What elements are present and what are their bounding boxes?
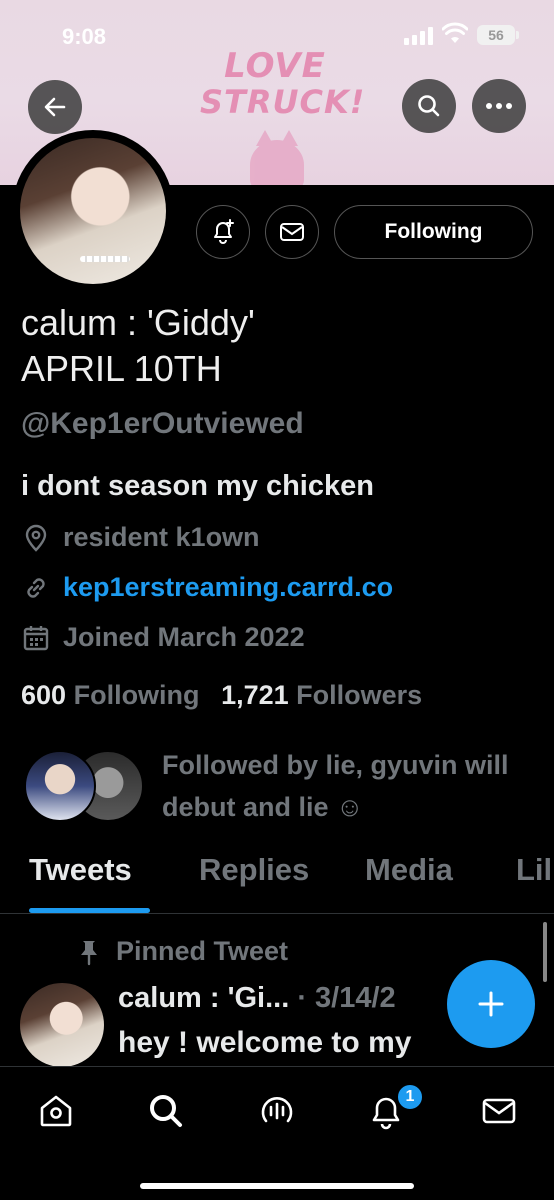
search-icon (150, 1095, 182, 1127)
nav-messages[interactable] (477, 1089, 521, 1133)
tweet-author-avatar[interactable] (20, 983, 104, 1067)
pearl-necklace (80, 256, 130, 262)
status-time: 9:08 (62, 24, 107, 49)
website-row[interactable]: kep1erstreaming.carrd.co (21, 572, 393, 603)
bottom-navigation: 1 (0, 1066, 554, 1200)
search-button[interactable] (402, 79, 456, 133)
location-pin-icon (25, 524, 47, 552)
back-button[interactable] (28, 80, 82, 134)
tweet-header: calum : 'Gi... · 3/14/2 (118, 982, 396, 1015)
battery-icon: 56 (477, 25, 519, 45)
pinned-tweet-label: Pinned Tweet (76, 936, 288, 967)
envelope-icon (280, 223, 304, 241)
tweet-date: · 3/14/2 (289, 982, 396, 1014)
home-icon (40, 1095, 72, 1127)
joined-row: Joined March 2022 (21, 622, 305, 653)
joined-date: Joined March 2022 (63, 622, 305, 652)
search-icon (418, 95, 440, 117)
more-horizontal-icon (486, 103, 512, 109)
avatar-image (20, 138, 166, 284)
bell-plus-icon (214, 219, 234, 244)
calendar-icon (23, 625, 49, 650)
scrollbar[interactable] (543, 922, 547, 982)
notification-badge: 1 (396, 1083, 424, 1111)
microphone-spaces-icon (261, 1097, 293, 1123)
tab-tweets[interactable]: Tweets (29, 852, 132, 888)
home-indicator (140, 1183, 414, 1189)
notifications-subscribe-button[interactable] (196, 205, 250, 259)
cellular-signal-icon (404, 27, 433, 45)
tweet-author-name[interactable]: calum : 'Gi... (118, 982, 289, 1014)
profile-avatar[interactable] (12, 130, 174, 292)
tab-likes[interactable]: Lil (516, 852, 552, 888)
nav-spaces[interactable] (255, 1089, 299, 1133)
bio-text: i dont season my chicken (21, 470, 374, 502)
plus-icon (478, 991, 504, 1017)
compose-tweet-button[interactable] (447, 960, 535, 1048)
display-name: calum : 'Giddy' APRIL 10TH (21, 300, 255, 392)
pin-icon (81, 940, 97, 965)
followed-by-avatars[interactable] (24, 750, 144, 824)
wifi-icon (442, 22, 468, 43)
nav-home[interactable] (34, 1089, 78, 1133)
location-row: resident k1own (21, 522, 260, 553)
pinned-label-text: Pinned Tweet (116, 936, 289, 966)
display-name-line-1: calum : 'Giddy' (21, 302, 255, 343)
message-button[interactable] (265, 205, 319, 259)
website-link[interactable]: kep1erstreaming.carrd.co (63, 572, 393, 603)
arrow-left-icon (44, 97, 66, 117)
follow-stats: 600 Following 1,721 Followers (21, 680, 422, 711)
tab-media[interactable]: Media (365, 852, 453, 888)
nav-search[interactable] (144, 1089, 188, 1133)
status-bar: 9:08 56 (0, 0, 554, 70)
following-button[interactable]: Following (334, 205, 533, 259)
envelope-icon (482, 1098, 516, 1124)
followers-stat[interactable]: 1,721 Followers (221, 680, 422, 710)
username-handle: @Kep1erOutviewed (21, 407, 304, 440)
following-stat[interactable]: 600 Following (21, 680, 200, 710)
cat-illustration (250, 130, 304, 185)
tabs-divider (0, 913, 554, 914)
tweet-text[interactable]: hey ! welcome to my (118, 1026, 411, 1060)
followed-by-text[interactable]: Followed by lie, gyuvin will debut and l… (162, 744, 532, 828)
more-options-button[interactable] (472, 79, 526, 133)
location-text: resident k1own (63, 522, 260, 552)
display-name-line-2: APRIL 10TH (21, 348, 222, 389)
link-icon (27, 577, 45, 598)
tab-replies[interactable]: Replies (199, 852, 309, 888)
follower-avatar (24, 750, 96, 822)
profile-tabs: Tweets Replies Media Lil (0, 852, 554, 914)
